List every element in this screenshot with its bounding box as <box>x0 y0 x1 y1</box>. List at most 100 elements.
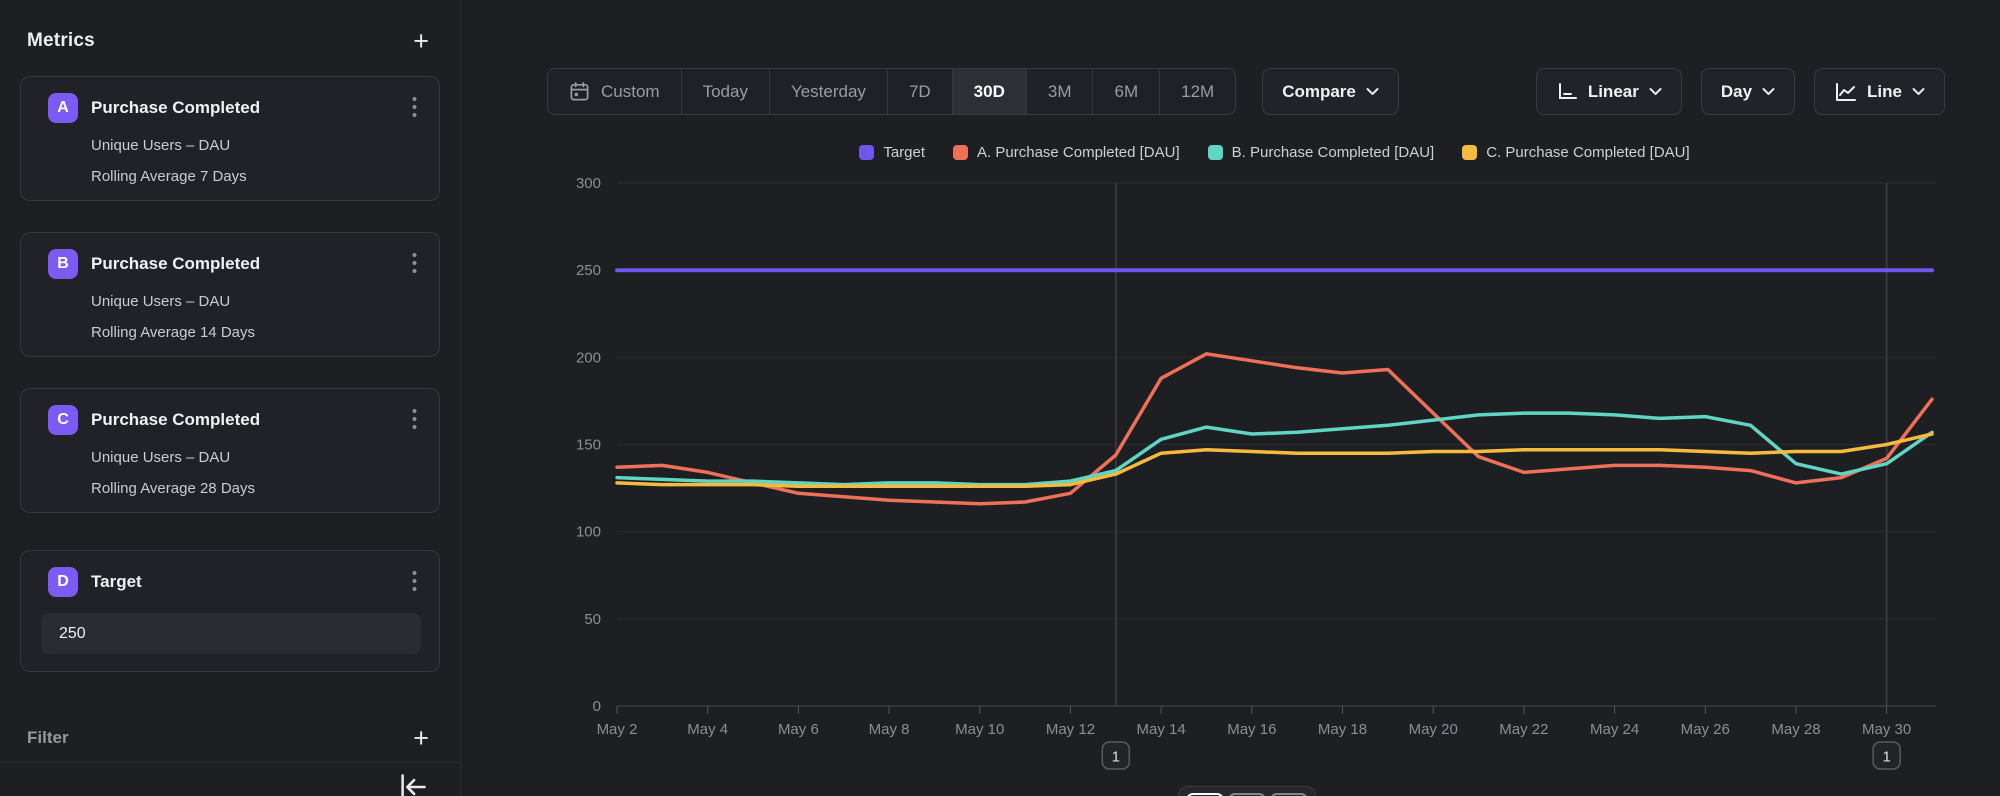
metric-measure: Unique Users – DAU <box>91 449 421 466</box>
target-title: Target <box>91 572 408 592</box>
x-axis-tick-label: May 10 <box>955 721 1004 738</box>
collapse-sidebar-icon[interactable] <box>398 772 428 796</box>
annotation-badge-label: 1 <box>1112 749 1120 766</box>
metric-card-header: B Purchase Completed <box>48 249 421 279</box>
metrics-title: Metrics <box>27 30 95 52</box>
chart-type-button[interactable]: Line <box>1814 68 1945 115</box>
x-axis-tick-label: May 22 <box>1499 721 1548 738</box>
x-axis-tick-label: May 26 <box>1681 721 1730 738</box>
metric-title: Purchase Completed <box>91 254 408 274</box>
toolbar-left-group: Custom Today Yesterday 7D 30D 3M 6M 12M … <box>547 68 1399 115</box>
bottom-chart-toggles <box>1178 786 1316 796</box>
metrics-sidebar: Metrics + A Purchase Completed Unique Us… <box>0 0 461 796</box>
kebab-menu-icon[interactable] <box>408 406 421 435</box>
metric-measure: Unique Users – DAU <box>91 137 421 154</box>
y-axis-tick-label: 150 <box>576 437 601 454</box>
legend-item-target[interactable]: Target <box>859 144 925 161</box>
compare-button[interactable]: Compare <box>1262 68 1399 115</box>
range-label: Custom <box>601 82 660 102</box>
x-axis-tick-label: May 30 <box>1862 721 1911 738</box>
legend-item-a[interactable]: A. Purchase Completed [DAU] <box>953 144 1180 161</box>
metric-card-header: C Purchase Completed <box>48 405 421 435</box>
target-card[interactable]: D Target 250 <box>20 550 440 672</box>
x-axis-tick-label: May 16 <box>1227 721 1276 738</box>
chart-toolbar: Custom Today Yesterday 7D 30D 3M 6M 12M … <box>461 68 2000 115</box>
metric-card-a[interactable]: A Purchase Completed Unique Users – DAU … <box>20 76 440 201</box>
chevron-down-icon <box>1649 87 1662 96</box>
legend-label: A. Purchase Completed [DAU] <box>977 144 1180 161</box>
metric-badge-c: C <box>48 405 78 435</box>
x-axis-tick-label: May 28 <box>1771 721 1820 738</box>
y-axis-tick-label: 300 <box>576 175 601 192</box>
toolbar-right-group: Linear Day Line <box>1536 68 1945 115</box>
kebab-menu-icon[interactable] <box>408 568 421 597</box>
scale-label: Linear <box>1588 82 1639 102</box>
range-12m[interactable]: 12M <box>1160 69 1235 114</box>
chart-type-label: Line <box>1867 82 1902 102</box>
y-axis-tick-label: 100 <box>576 524 601 541</box>
metric-card-b[interactable]: B Purchase Completed Unique Users – DAU … <box>20 232 440 357</box>
metric-badge-b: B <box>48 249 78 279</box>
metric-transform: Rolling Average 14 Days <box>91 324 421 341</box>
x-axis-tick-label: May 6 <box>778 721 819 738</box>
metric-measure: Unique Users – DAU <box>91 293 421 310</box>
metric-card-header: D Target <box>48 567 421 597</box>
metrics-header: Metrics + <box>27 30 433 52</box>
x-axis-tick-label: May 20 <box>1409 721 1458 738</box>
legend-label: B. Purchase Completed [DAU] <box>1232 144 1435 161</box>
filter-title: Filter <box>27 728 69 748</box>
legend-swatch <box>953 145 968 160</box>
date-range-control: Custom Today Yesterday 7D 30D 3M 6M 12M <box>547 68 1236 115</box>
series-line-3[interactable] <box>617 434 1932 486</box>
series-line-2[interactable] <box>617 413 1932 485</box>
kebab-menu-icon[interactable] <box>408 250 421 279</box>
range-6m[interactable]: 6M <box>1093 69 1160 114</box>
line-chart[interactable]: 050100150200250300May 2May 4May 6May 8Ma… <box>461 130 2000 796</box>
filter-section-header: Filter + <box>27 727 433 749</box>
range-custom[interactable]: Custom <box>548 69 682 114</box>
x-axis-tick-label: May 12 <box>1046 721 1095 738</box>
metric-card-c[interactable]: C Purchase Completed Unique Users – DAU … <box>20 388 440 513</box>
metric-transform: Rolling Average 7 Days <box>91 168 421 185</box>
x-axis-tick-label: May 18 <box>1318 721 1367 738</box>
y-axis-tick-label: 50 <box>584 611 601 628</box>
x-axis-tick-label: May 2 <box>597 721 638 738</box>
sidebar-divider <box>0 762 460 763</box>
y-axis-tick-label: 200 <box>576 349 601 366</box>
metric-badge-d: D <box>48 567 78 597</box>
range-30d[interactable]: 30D <box>953 69 1027 114</box>
metric-title: Purchase Completed <box>91 98 408 118</box>
legend-swatch <box>859 145 874 160</box>
range-today[interactable]: Today <box>682 69 770 114</box>
compare-label: Compare <box>1282 82 1356 102</box>
axis-icon <box>1556 82 1578 102</box>
line-chart-icon <box>1834 82 1857 102</box>
metric-title: Purchase Completed <box>91 410 408 430</box>
range-yesterday[interactable]: Yesterday <box>770 69 888 114</box>
chevron-down-icon <box>1912 87 1925 96</box>
kebab-menu-icon[interactable] <box>408 94 421 123</box>
legend-swatch <box>1462 145 1477 160</box>
target-value-input[interactable]: 250 <box>41 613 421 654</box>
x-axis-tick-label: May 4 <box>687 721 728 738</box>
chart-panel: Custom Today Yesterday 7D 30D 3M 6M 12M … <box>461 0 2000 796</box>
range-7d[interactable]: 7D <box>888 69 953 114</box>
chevron-down-icon <box>1366 87 1379 96</box>
range-3m[interactable]: 3M <box>1027 69 1094 114</box>
chevron-down-icon <box>1762 87 1775 96</box>
metric-transform: Rolling Average 28 Days <box>91 480 421 497</box>
y-axis-tick-label: 0 <box>593 698 601 715</box>
calendar-icon <box>569 81 590 102</box>
interval-button[interactable]: Day <box>1701 68 1795 115</box>
x-axis-tick-label: May 24 <box>1590 721 1639 738</box>
scale-button[interactable]: Linear <box>1536 68 1682 115</box>
legend-item-b[interactable]: B. Purchase Completed [DAU] <box>1208 144 1435 161</box>
annotation-badge-label: 1 <box>1882 749 1890 766</box>
metric-card-header: A Purchase Completed <box>48 93 421 123</box>
legend-item-c[interactable]: C. Purchase Completed [DAU] <box>1462 144 1689 161</box>
add-metric-button[interactable]: + <box>409 30 433 52</box>
series-line-1[interactable] <box>617 354 1932 504</box>
x-axis-tick-label: May 8 <box>869 721 910 738</box>
add-filter-button[interactable]: + <box>409 727 433 749</box>
legend-label: Target <box>883 144 925 161</box>
